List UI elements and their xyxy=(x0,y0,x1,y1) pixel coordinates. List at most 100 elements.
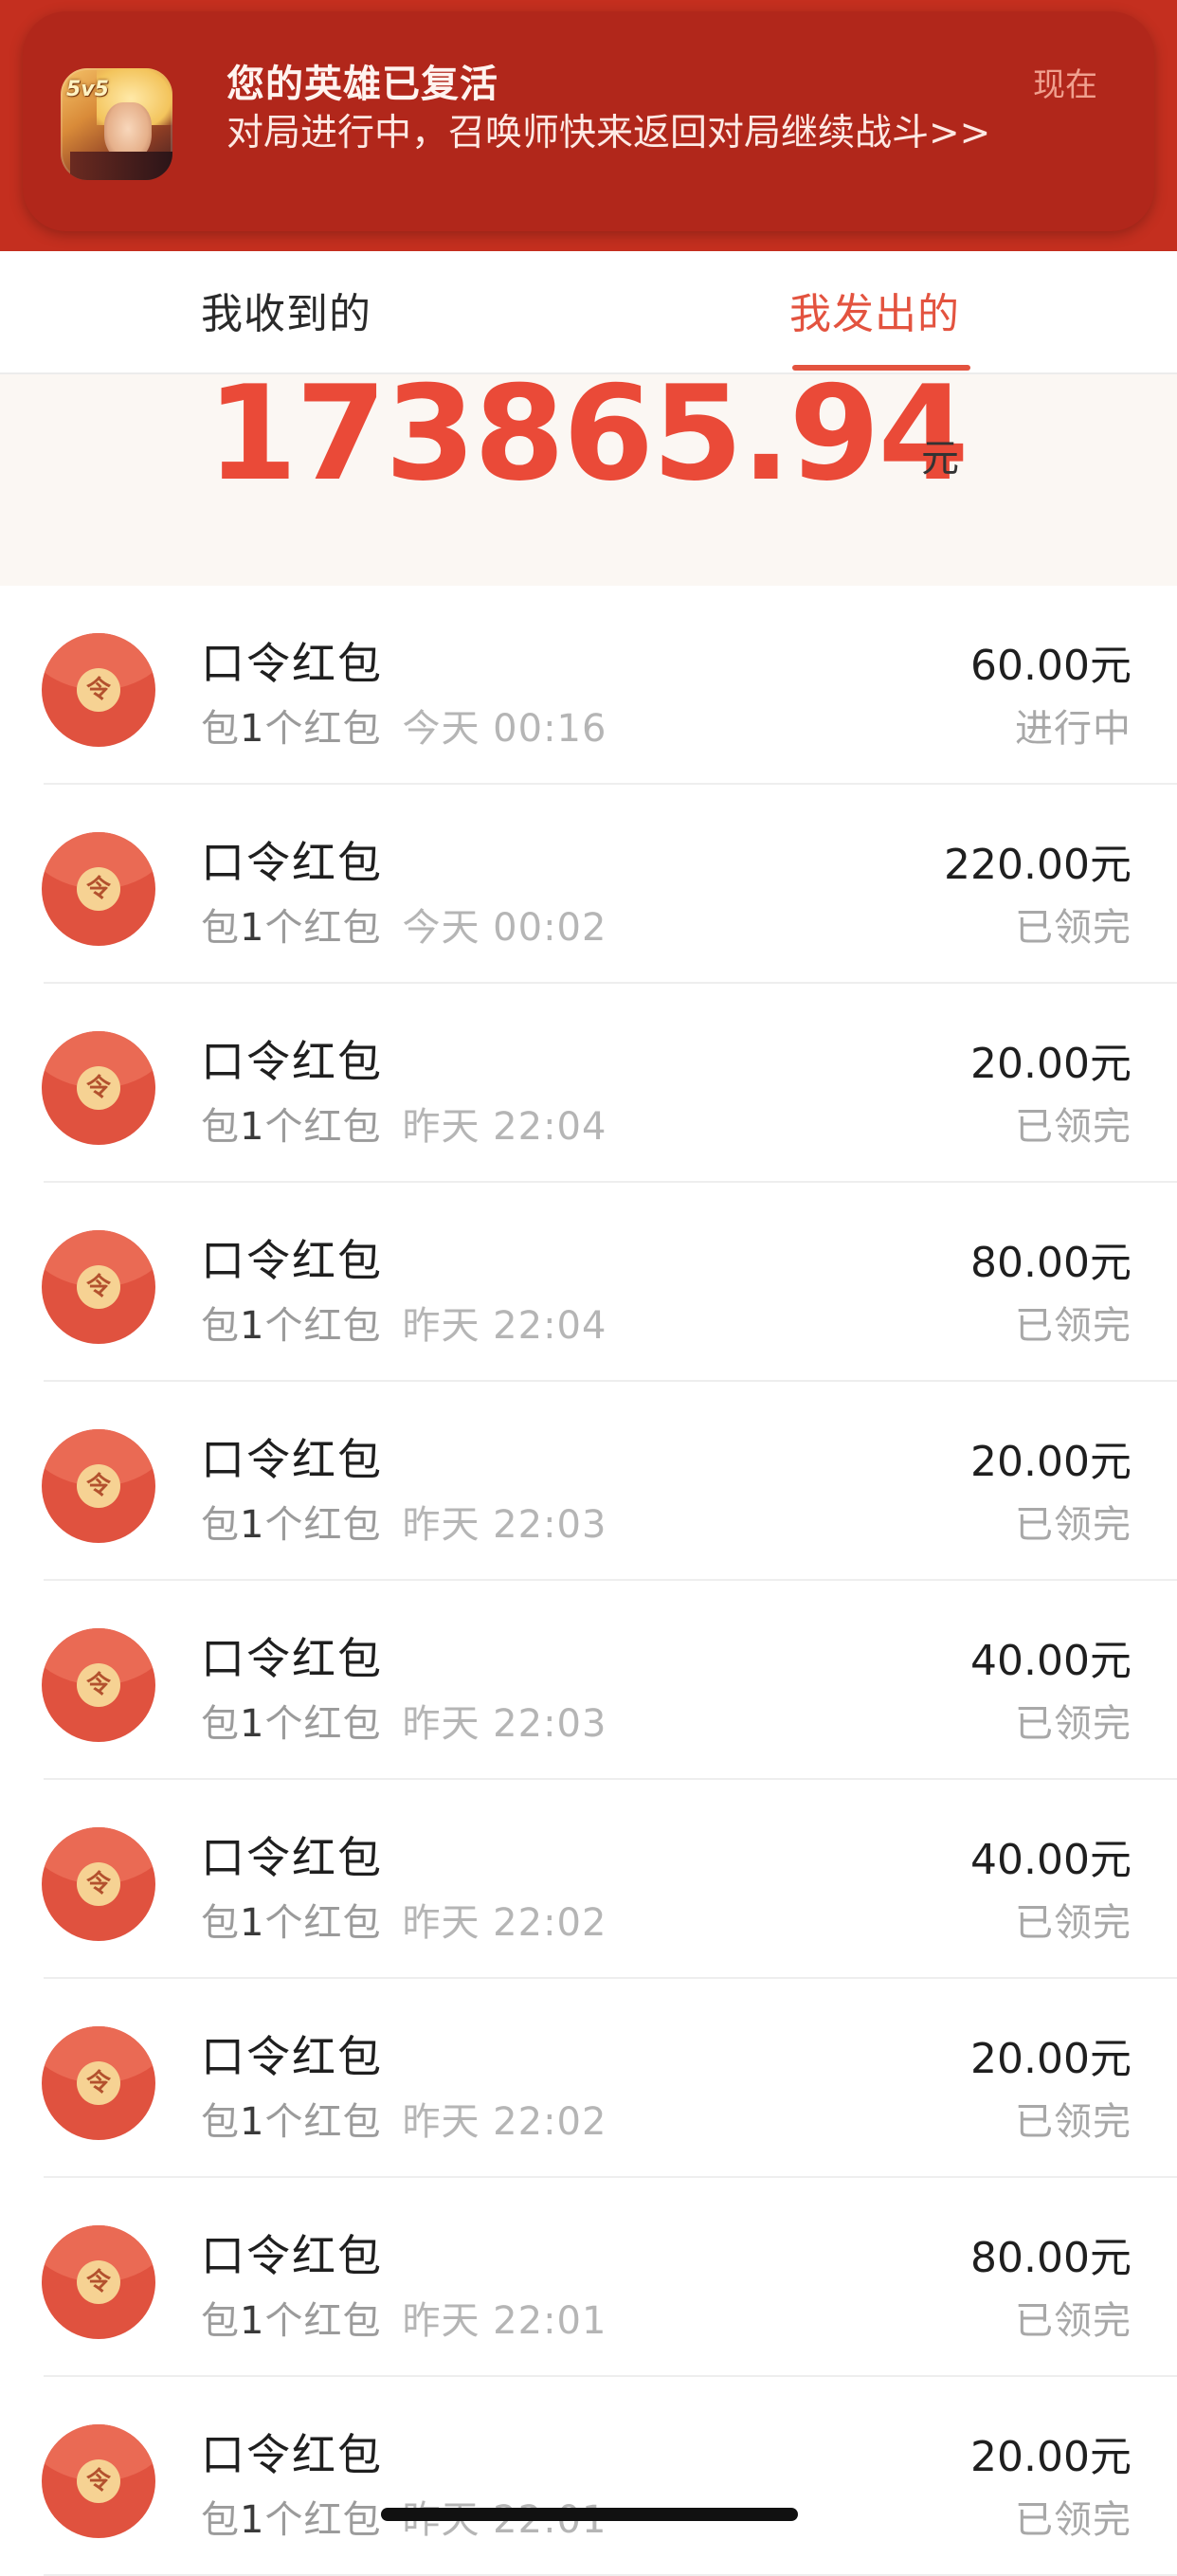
packet-title: 口令红包 xyxy=(201,638,383,689)
packet-title: 口令红包 xyxy=(201,2429,383,2480)
packet-suffix: 个红包 xyxy=(264,1503,382,1547)
packet-time: 今天 00:16 xyxy=(402,707,607,751)
packet-subtitle: 包1个红包 昨天 22:02 xyxy=(201,2091,607,2146)
red-envelope-icon: 令 xyxy=(42,2026,155,2140)
packet-status: 已领完 xyxy=(1015,1304,1132,1348)
home-indicator[interactable] xyxy=(381,2508,798,2521)
tab-received[interactable]: 我收到的 xyxy=(201,280,371,340)
packet-time: 昨天 22:02 xyxy=(402,2100,607,2144)
packet-count: 1 xyxy=(240,2498,265,2542)
envelope-seal: 令 xyxy=(77,1663,120,1707)
packet-title: 口令红包 xyxy=(201,837,383,888)
envelope-seal: 令 xyxy=(77,2061,120,2105)
packet-time: 昨天 22:02 xyxy=(402,1901,607,1945)
total-summary: 173865.94 元 xyxy=(0,374,1177,586)
packet-prefix: 包 xyxy=(201,707,240,751)
packet-prefix: 包 xyxy=(201,2100,240,2144)
packet-time: 昨天 22:03 xyxy=(402,1702,607,1746)
packet-suffix: 个红包 xyxy=(264,1901,382,1945)
packet-status: 已领完 xyxy=(1015,1105,1132,1149)
envelope-seal: 令 xyxy=(77,867,120,911)
list-item[interactable]: 令 口令红包 包1个红包 昨天 22:02 20.00元 已领完 xyxy=(0,1979,1177,2178)
envelope-seal: 令 xyxy=(77,1862,120,1906)
list-item[interactable]: 令 口令红包 包1个红包 昨天 22:04 80.00元 已领完 xyxy=(0,1183,1177,1382)
packet-amount: 80.00元 xyxy=(970,1239,1132,1287)
app-icon-badge: 5v5 xyxy=(66,78,109,101)
game-app-icon: 5v5 xyxy=(61,68,172,180)
list-item[interactable]: 令 口令红包 包1个红包 昨天 22:03 40.00元 已领完 xyxy=(0,1581,1177,1780)
packet-suffix: 个红包 xyxy=(264,2299,382,2343)
list-item[interactable]: 令 口令红包 包1个红包 昨天 22:02 40.00元 已领完 xyxy=(0,1780,1177,1979)
packet-amount: 80.00元 xyxy=(970,2234,1132,2282)
packet-suffix: 个红包 xyxy=(264,1702,382,1746)
tab-bar: 我收到的 我发出的 xyxy=(0,251,1177,374)
packet-subtitle: 包1个红包 今天 00:02 xyxy=(201,897,607,952)
envelope-seal: 令 xyxy=(77,2260,120,2304)
red-envelope-icon: 令 xyxy=(42,1429,155,1543)
packet-status: 已领完 xyxy=(1015,1901,1132,1945)
packet-subtitle: 包1个红包 昨天 22:03 xyxy=(201,1494,607,1549)
packet-count: 1 xyxy=(240,2299,265,2343)
packet-title: 口令红包 xyxy=(201,1633,383,1684)
red-envelope-icon: 令 xyxy=(42,1827,155,1941)
list-item[interactable]: 令 口令红包 包1个红包 昨天 22:03 20.00元 已领完 xyxy=(0,1382,1177,1581)
red-envelope-icon: 令 xyxy=(42,1628,155,1742)
app-icon-hero-armor xyxy=(70,152,172,180)
packet-count: 1 xyxy=(240,1702,265,1746)
packet-status: 已领完 xyxy=(1015,2299,1132,2343)
packet-amount: 60.00元 xyxy=(970,642,1132,690)
packet-suffix: 个红包 xyxy=(264,2100,382,2144)
packet-status: 已领完 xyxy=(1015,1702,1132,1746)
packet-subtitle: 包1个红包 今天 00:16 xyxy=(201,698,607,753)
packet-count: 1 xyxy=(240,1901,265,1945)
packet-suffix: 个红包 xyxy=(264,1304,382,1348)
envelope-seal: 令 xyxy=(77,668,120,712)
packet-status: 已领完 xyxy=(1015,906,1132,950)
envelope-seal: 令 xyxy=(77,1066,120,1110)
envelope-seal: 令 xyxy=(77,2459,120,2503)
packet-prefix: 包 xyxy=(201,2498,240,2542)
total-amount: 173865.94 xyxy=(207,374,969,510)
packet-prefix: 包 xyxy=(201,1702,240,1746)
packet-status: 已领完 xyxy=(1015,2498,1132,2542)
packet-time: 昨天 22:03 xyxy=(402,1503,607,1547)
packet-amount: 20.00元 xyxy=(970,2035,1132,2083)
red-envelope-icon: 令 xyxy=(42,1230,155,1344)
packet-title: 口令红包 xyxy=(201,1434,383,1485)
packet-time: 今天 00:02 xyxy=(402,906,607,950)
packet-subtitle: 包1个红包 昨天 22:02 xyxy=(201,1892,607,1947)
notification-body: 对局进行中，召唤师快来返回对局继续战斗>> xyxy=(226,112,991,154)
packet-suffix: 个红包 xyxy=(264,707,382,751)
packet-time: 昨天 22:04 xyxy=(402,1105,607,1149)
packet-title: 口令红包 xyxy=(201,1036,383,1087)
packet-suffix: 个红包 xyxy=(264,906,382,950)
notification-time: 现在 xyxy=(1033,66,1097,104)
envelope-seal: 令 xyxy=(77,1265,120,1309)
notification-title: 您的英雄已复活 xyxy=(226,63,498,106)
packet-title: 口令红包 xyxy=(201,2230,383,2281)
packet-prefix: 包 xyxy=(201,1503,240,1547)
packet-amount: 20.00元 xyxy=(970,2433,1132,2481)
list-item[interactable]: 令 口令红包 包1个红包 昨天 22:04 20.00元 已领完 xyxy=(0,984,1177,1183)
packet-prefix: 包 xyxy=(201,1105,240,1149)
packet-status: 已领完 xyxy=(1015,2100,1132,2144)
list-item[interactable]: 令 口令红包 包1个红包 今天 00:16 60.00元 进行中 xyxy=(0,586,1177,785)
red-envelope-icon: 令 xyxy=(42,2225,155,2339)
envelope-seal: 令 xyxy=(77,1464,120,1508)
red-packet-list: 令 口令红包 包1个红包 今天 00:16 60.00元 进行中 令 口令红包 包… xyxy=(0,586,1177,2576)
packet-count: 1 xyxy=(240,707,265,751)
packet-subtitle: 包1个红包 昨天 22:03 xyxy=(201,1693,607,1748)
list-item[interactable]: 令 口令红包 包1个红包 昨天 22:01 80.00元 已领完 xyxy=(0,2178,1177,2377)
packet-time: 昨天 22:01 xyxy=(402,2299,607,2343)
total-unit: 元 xyxy=(921,437,959,481)
packet-count: 1 xyxy=(240,2100,265,2144)
packet-amount: 20.00元 xyxy=(970,1438,1132,1486)
packet-subtitle: 包1个红包 昨天 22:04 xyxy=(201,1295,607,1350)
packet-title: 口令红包 xyxy=(201,1832,383,1883)
tab-sent[interactable]: 我发出的 xyxy=(789,280,960,340)
list-item[interactable]: 令 口令红包 包1个红包昨天 22:01 20.00元 已领完 xyxy=(0,2377,1177,2576)
list-item[interactable]: 令 口令红包 包1个红包 今天 00:02 220.00元 已领完 xyxy=(0,785,1177,984)
packet-title: 口令红包 xyxy=(201,2031,383,2082)
notification-banner[interactable]: 5v5 您的英雄已复活 现在 对局进行中，召唤师快来返回对局继续战斗>> xyxy=(23,11,1154,231)
red-envelope-icon: 令 xyxy=(42,633,155,747)
